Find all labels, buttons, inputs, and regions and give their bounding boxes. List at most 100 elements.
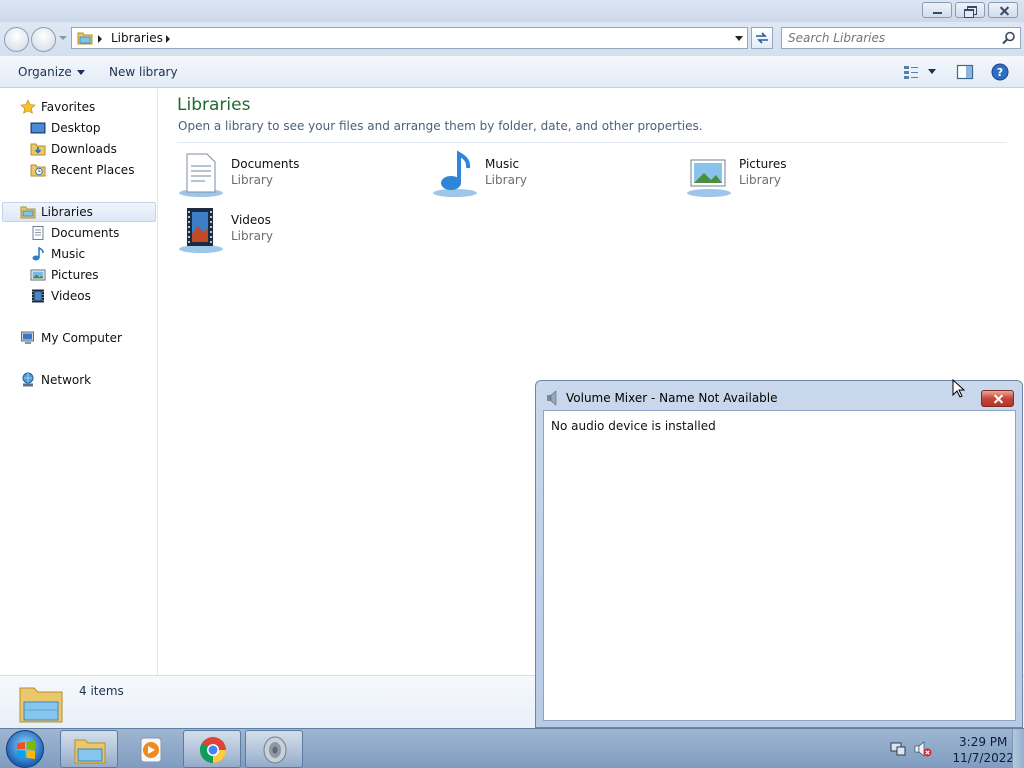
close-button[interactable] — [988, 2, 1018, 18]
music-library-icon — [433, 150, 477, 197]
library-tile-music[interactable]: Music Library — [431, 150, 671, 202]
breadcrumb-arrow-icon[interactable] — [98, 35, 102, 43]
library-tile-documents[interactable]: Documents Library — [177, 150, 417, 202]
refresh-icon — [756, 32, 768, 44]
desktop-icon — [30, 122, 46, 134]
library-tile-type: Library — [739, 173, 781, 187]
libraries-folder-icon — [19, 687, 63, 723]
clock-time: 3:29 PM — [959, 735, 1008, 749]
videos-library-icon — [179, 208, 223, 253]
computer-icon — [21, 331, 34, 344]
library-tile-type: Library — [231, 229, 273, 243]
view-options-chevron-down-icon[interactable] — [928, 69, 936, 74]
mouse-cursor-icon — [952, 379, 966, 398]
close-button[interactable] — [981, 390, 1014, 407]
navigation-pane: Favorites Desktop Downloads Recent Place… — [0, 89, 158, 675]
library-tile-name: Videos — [231, 213, 271, 227]
nav-item-label: Recent Places — [51, 163, 135, 177]
library-tile-type: Library — [485, 173, 527, 187]
nav-my-computer-label: My Computer — [41, 331, 122, 345]
nav-my-computer[interactable]: My Computer — [20, 328, 122, 348]
nav-item-videos[interactable]: Videos — [30, 286, 91, 306]
minimize-button[interactable] — [922, 2, 952, 18]
library-tile-name: Documents — [231, 157, 300, 171]
nav-favorites[interactable]: Favorites — [20, 97, 95, 117]
dialog-body: No audio device is installed — [543, 410, 1016, 721]
search-icon[interactable] — [1001, 30, 1017, 46]
libraries-folder-icon — [77, 32, 93, 45]
system-clock[interactable]: 3:29 PM 11/7/2022 — [952, 734, 1014, 766]
item-count: 4 items — [79, 684, 124, 698]
nav-favorites-label: Favorites — [41, 100, 96, 114]
nav-item-music[interactable]: Music — [30, 244, 85, 264]
speaker-icon — [547, 390, 557, 406]
organize-menu[interactable]: Organize — [18, 65, 85, 79]
nav-libraries[interactable]: Libraries — [2, 202, 156, 222]
network-status-icon[interactable] — [889, 741, 907, 757]
taskbar-volume-mixer-button[interactable] — [245, 730, 303, 768]
nav-item-pictures[interactable]: Pictures — [30, 265, 99, 285]
chevron-down-icon — [76, 70, 85, 75]
videos-icon — [32, 289, 44, 303]
downloads-folder-icon — [30, 143, 46, 156]
nav-item-label: Documents — [51, 226, 120, 240]
taskbar-media-player-button[interactable] — [121, 730, 179, 768]
library-tile-name: Pictures — [739, 157, 787, 171]
documents-library-icon — [179, 153, 223, 197]
preview-pane-icon[interactable] — [956, 63, 974, 81]
nav-item-desktop[interactable]: Desktop — [30, 118, 101, 138]
taskbar-chrome-button[interactable] — [183, 730, 241, 768]
chrome-icon — [200, 737, 226, 764]
nav-item-label: Desktop — [51, 121, 101, 135]
library-tile-name: Music — [485, 157, 520, 171]
address-history-dropdown-icon[interactable] — [735, 36, 743, 41]
back-button[interactable] — [4, 27, 29, 52]
forward-button[interactable] — [31, 27, 56, 52]
search-box[interactable] — [781, 27, 1021, 49]
nav-item-downloads[interactable]: Downloads — [30, 139, 117, 159]
file-explorer-icon — [74, 739, 106, 764]
nav-item-recent-places[interactable]: Recent Places — [30, 160, 134, 180]
show-desktop-button[interactable] — [1012, 729, 1024, 768]
media-player-icon — [140, 737, 162, 763]
search-input[interactable] — [788, 30, 998, 46]
documents-icon — [32, 226, 44, 240]
svg-text:?: ? — [997, 66, 1003, 79]
new-library-button[interactable]: New library — [109, 65, 178, 79]
change-view-icon[interactable] — [902, 63, 920, 81]
nav-item-label: Music — [51, 247, 86, 261]
pictures-library-icon — [687, 159, 731, 197]
address-bar[interactable]: Libraries — [71, 27, 748, 49]
navigation-bar: Libraries — [0, 22, 1024, 56]
explorer-titlebar[interactable] — [0, 0, 1024, 22]
speaker-icon — [263, 736, 287, 764]
clock-date: 11/7/2022 — [952, 751, 1014, 765]
libraries-icon — [20, 206, 36, 219]
nav-item-label: Pictures — [51, 268, 99, 282]
nav-item-documents[interactable]: Documents — [30, 223, 119, 243]
star-icon — [20, 99, 36, 114]
help-icon[interactable]: ? — [991, 63, 1009, 81]
restore-button[interactable] — [955, 2, 985, 18]
nav-item-label: Videos — [51, 289, 91, 303]
breadcrumb-libraries[interactable]: Libraries — [111, 31, 163, 45]
taskbar-explorer-button[interactable] — [60, 730, 118, 768]
organize-label: Organize — [18, 65, 72, 79]
recent-places-icon — [30, 164, 46, 177]
status-message: No audio device is installed — [551, 419, 716, 433]
nav-item-label: Downloads — [51, 142, 117, 156]
refresh-button[interactable] — [751, 27, 773, 49]
nav-network[interactable]: Network — [20, 370, 91, 390]
library-tile-pictures[interactable]: Pictures Library — [685, 150, 925, 202]
start-button[interactable] — [6, 730, 44, 768]
divider — [177, 142, 1007, 143]
nav-libraries-label: Libraries — [41, 205, 93, 219]
volume-muted-icon[interactable] — [914, 741, 932, 757]
recent-pages-dropdown[interactable] — [59, 36, 67, 40]
page-subtitle: Open a library to see your files and arr… — [178, 119, 703, 133]
network-icon — [22, 372, 34, 387]
library-tile-videos[interactable]: Videos Library — [177, 206, 417, 258]
taskbar: 3:29 PM 11/7/2022 — [0, 728, 1024, 768]
window-controls — [922, 2, 1018, 18]
breadcrumb-arrow-icon[interactable] — [166, 35, 170, 43]
